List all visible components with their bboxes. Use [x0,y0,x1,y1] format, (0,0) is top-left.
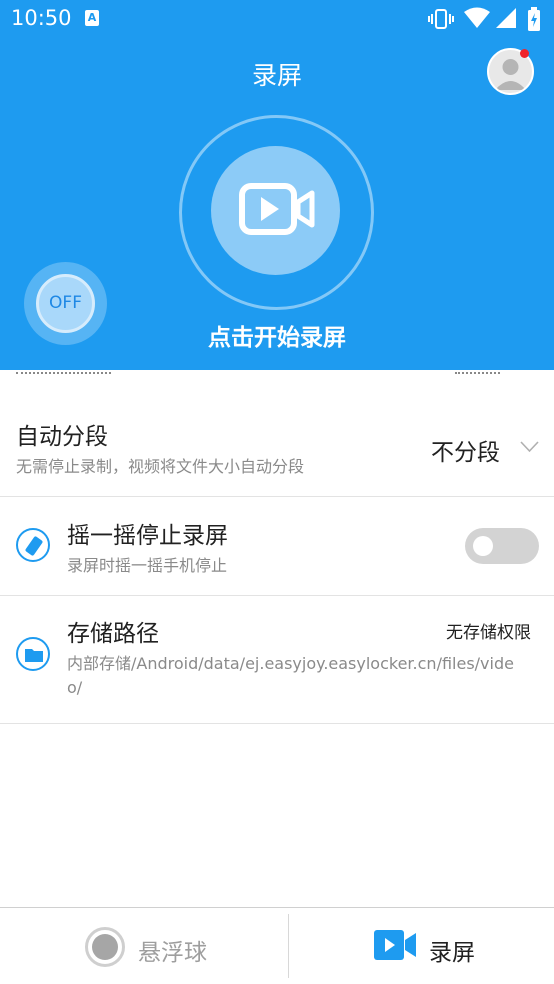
floating-ball-toggle[interactable]: OFF [36,274,95,333]
storage-path-value: 内部存储/Android/data/ej.easyjoy.easylocker.… [67,654,514,697]
tab-floating-ball-label: 悬浮球 [138,940,207,966]
app-header: 10:50 A 录屏 点击开始录屏 OFF [0,0,554,370]
auto-split-subtitle: 无需停止录制，视频将文件大小自动分段 [16,457,305,476]
video-camera-icon [239,183,315,235]
setting-storage-path: 存储路径 无存储权限 内部存储/Android/data/ej.easyjoy.… [0,596,554,724]
bottom-navigation: 悬浮球 录屏 [0,907,554,984]
page-title: 录屏 [251,61,302,90]
battery-icon [528,7,540,31]
floating-ball-icon [85,927,125,967]
folder-icon [16,637,50,671]
storage-permission-status: 无存储权限 [446,623,531,643]
storage-path-title: 存储路径 [67,621,159,647]
start-record-button[interactable] [211,146,340,275]
tab-record-label: 录屏 [429,940,475,966]
clipped-text-left [16,370,111,374]
shake-phone-icon [16,528,50,562]
notification-dot [520,49,529,58]
vibrate-icon [428,9,454,29]
clipped-text-right [455,370,500,374]
shake-stop-title: 摇一摇停止录屏 [67,523,228,549]
switch-knob [473,536,493,556]
status-bar: 10:50 A [0,0,554,38]
chevron-down-icon [520,441,539,453]
shake-stop-subtitle: 录屏时摇一摇手机停止 [67,556,228,575]
status-time: 10:50 [11,6,72,30]
clipped-row-fragment [0,370,554,382]
auto-split-title: 自动分段 [16,424,108,450]
wifi-icon [464,7,490,28]
auto-split-value: 不分段 [431,440,500,466]
video-camera-icon [374,930,416,960]
notification-icon: A [85,10,99,26]
signal-icon [496,8,516,28]
setting-auto-split[interactable]: 自动分段 无需停止录制，视频将文件大小自动分段 不分段 [0,397,554,497]
tab-record[interactable]: 录屏 [289,908,554,984]
tab-floating-ball[interactable]: 悬浮球 [0,908,288,984]
setting-shake-stop: 摇一摇停止录屏 录屏时摇一摇手机停止 [0,497,554,596]
shake-stop-switch[interactable] [465,528,539,564]
